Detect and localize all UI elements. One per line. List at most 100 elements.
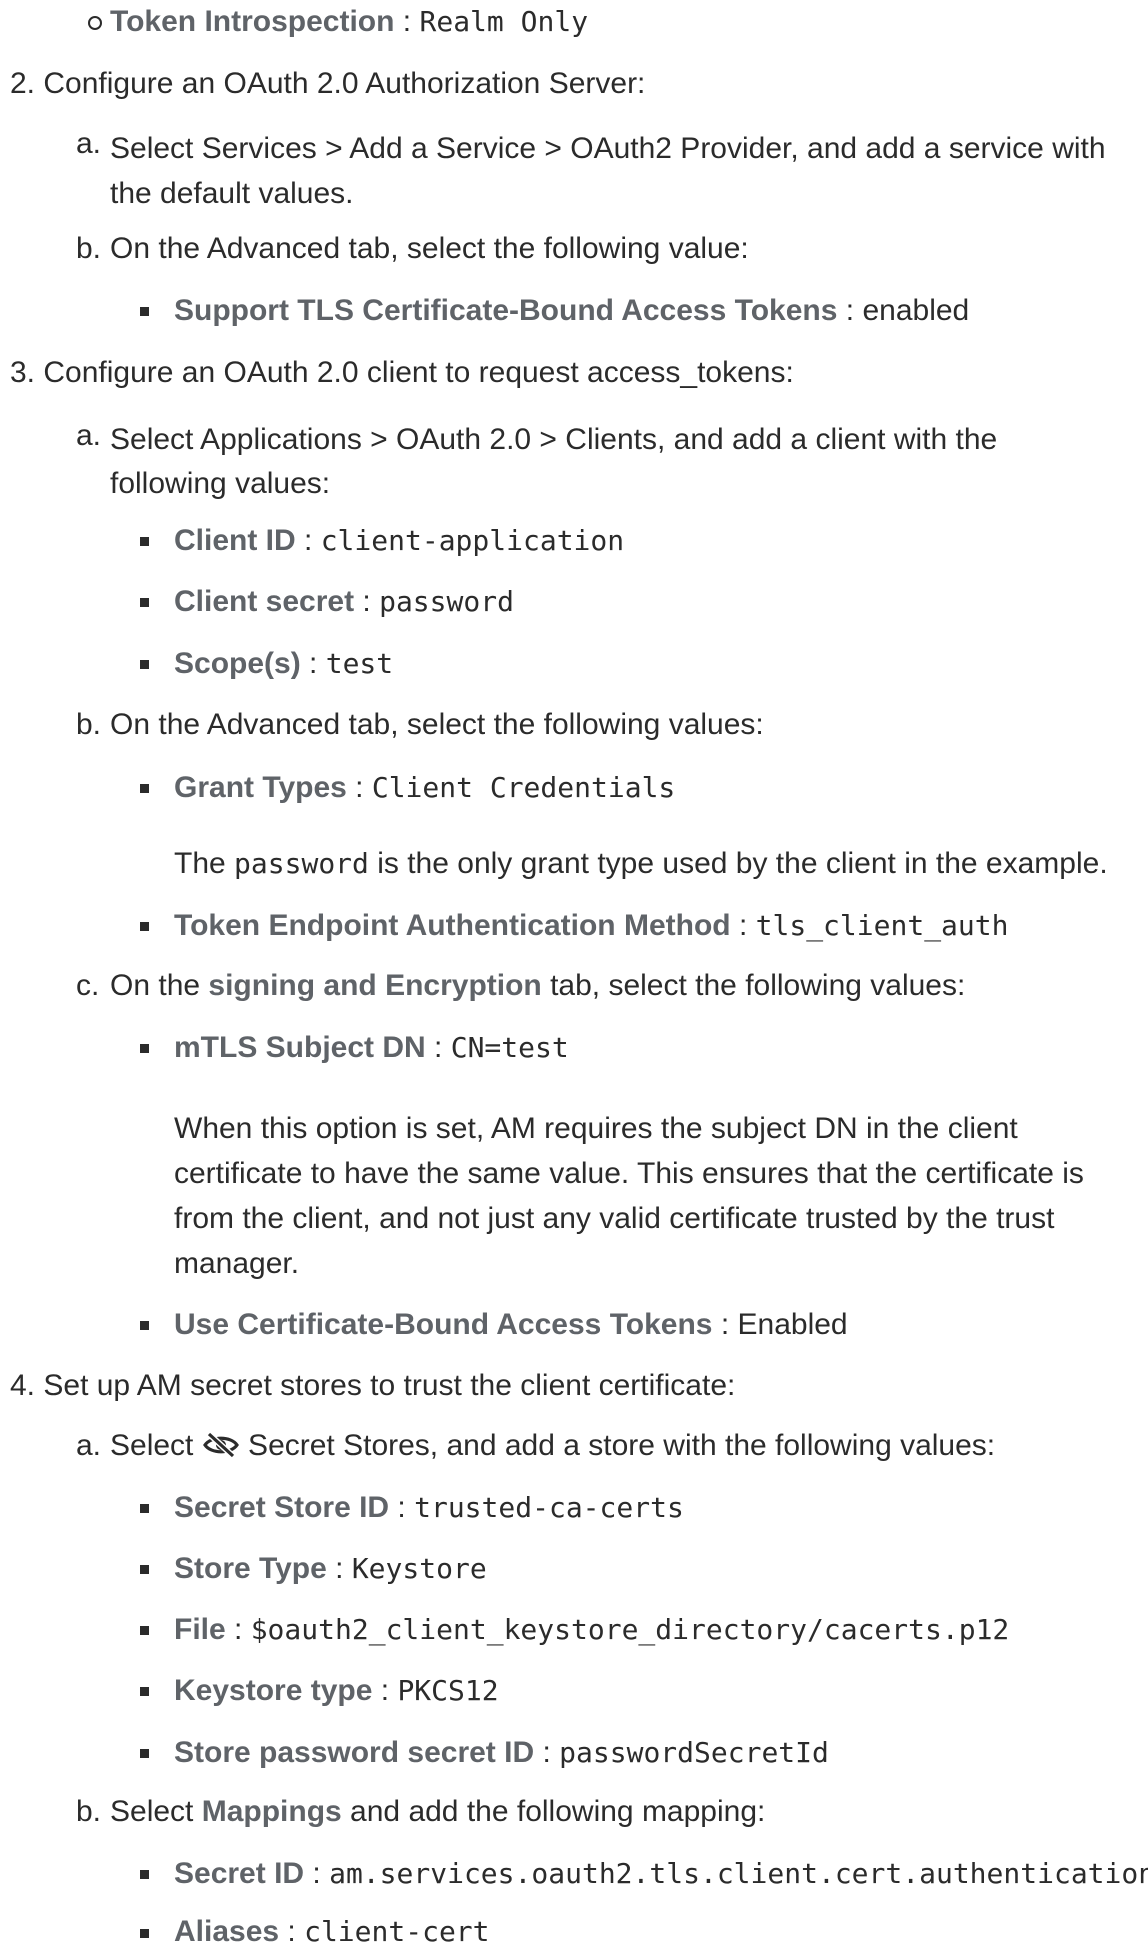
square-bullet	[140, 784, 149, 793]
item-value: am.services.oauth2.tls.client.cert.authe…	[329, 1857, 1148, 1890]
substep-text-part: Secret Stores, and add a store with the …	[239, 1429, 996, 1462]
item-label: Secret ID	[174, 1857, 305, 1890]
item-separator: :	[300, 647, 326, 680]
substep-letter: b.	[76, 708, 102, 741]
item-value: Enabled	[737, 1308, 848, 1341]
substep-text: On the Advanced tab, select the followin…	[110, 232, 749, 265]
substep-text: On the signing and Encryption tab, selec…	[110, 968, 965, 1003]
step-3: 3. Configure an OAuth 2.0 client to requ…	[10, 355, 794, 390]
item-separator: :	[534, 1736, 560, 1769]
list-item: Token Endpoint Authentication Method : t…	[174, 908, 1009, 943]
item-value: enabled	[862, 294, 970, 327]
item-value: $oauth2_client_keystore_directory/cacert…	[250, 1613, 1010, 1646]
square-bullet	[140, 1687, 149, 1696]
note-paragraph: When this option is set, AM requires the…	[174, 1112, 1084, 1280]
item-separator: :	[326, 1552, 352, 1585]
item-separator: :	[712, 1308, 738, 1341]
item-label: Keystore type	[174, 1674, 373, 1707]
item-separator: :	[389, 1491, 415, 1524]
item-separator: :	[394, 5, 420, 38]
step-text: Set up AM secret stores to trust the cli…	[43, 1369, 736, 1402]
item-separator: :	[425, 1031, 451, 1064]
item-separator: :	[730, 909, 756, 942]
tab-name: signing and Encryption	[208, 969, 542, 1002]
note-text: is the only grant type used by the clien…	[368, 847, 1108, 880]
item-value: CN=test	[450, 1031, 569, 1064]
list-item: Store Type : Keystore	[174, 1551, 487, 1586]
square-bullet	[140, 1929, 149, 1938]
square-bullet	[140, 1749, 149, 1758]
substep-text-part: Select	[110, 1795, 202, 1828]
item-value: test	[325, 647, 394, 680]
square-bullet	[140, 598, 149, 607]
item-separator: :	[372, 1674, 398, 1707]
mappings-label: Mappings	[201, 1795, 342, 1828]
item-value: Keystore	[351, 1552, 487, 1585]
item-label: mTLS Subject DN	[174, 1031, 426, 1064]
step-number: 3.	[10, 356, 36, 389]
square-bullet	[140, 1321, 149, 1330]
list-item: Use Certificate-Bound Access Tokens : En…	[174, 1307, 848, 1342]
substep-text: Select Applications > OAuth 2.0 > Client…	[110, 423, 998, 500]
substep-text: Select Mappings and add the following ma…	[110, 1794, 765, 1829]
list-item: mTLS Subject DN : CN=test	[174, 1030, 569, 1065]
square-bullet	[140, 1626, 149, 1635]
item-label: Client secret	[174, 585, 355, 618]
step-number: 2.	[10, 67, 36, 100]
substep-text: On the Advanced tab, select the followin…	[110, 708, 764, 741]
item-value: password	[379, 585, 514, 618]
substep-text-part: and add the following mapping:	[341, 1795, 766, 1828]
list-item: Secret ID : am.services.oauth2.tls.clien…	[174, 1856, 1148, 1891]
step-number: 4.	[10, 1369, 36, 1402]
item-label: Client ID	[174, 524, 296, 557]
square-bullet	[140, 1504, 149, 1513]
square-bullet	[140, 307, 149, 316]
square-bullet	[140, 537, 149, 546]
substep-letter: a.	[76, 1429, 102, 1462]
list-item: Store password secret ID : passwordSecre…	[174, 1735, 829, 1770]
item-label: Aliases	[174, 1915, 280, 1948]
list-item: Grant Types : Client Credentials	[174, 770, 675, 805]
item-label: Use Certificate-Bound Access Tokens	[174, 1308, 713, 1341]
list-item: Scope(s) : test	[174, 646, 393, 681]
circle-bullet	[88, 16, 102, 30]
substep-letter: a.	[76, 127, 102, 160]
note-code: password	[234, 847, 369, 880]
substep-text: Select Services > Add a Service > OAuth2…	[110, 132, 1106, 210]
list-item: Client ID : client-application	[174, 523, 624, 558]
list-item: Client secret : password	[174, 584, 514, 619]
substep-text: Select Secret Stores, and add a store wi…	[110, 1428, 995, 1463]
square-bullet	[140, 1870, 149, 1879]
item-separator: :	[279, 1915, 305, 1948]
item-value: passwordSecretId	[559, 1736, 829, 1769]
item-value: tls_client_auth	[755, 909, 1009, 942]
step-2: 2. Configure an OAuth 2.0 Authorization …	[10, 66, 645, 101]
item-value: Client Credentials	[371, 771, 676, 804]
item-label: Support TLS Certificate-Bound Access Tok…	[174, 294, 838, 327]
substep-letter: a.	[76, 419, 102, 452]
step-text: Configure an OAuth 2.0 client to request…	[43, 356, 794, 389]
square-bullet	[140, 660, 149, 669]
substep-text-part: Select	[110, 1429, 202, 1462]
list-item: Secret Store ID : trusted-ca-certs	[174, 1490, 684, 1525]
item-value: client-application	[320, 524, 625, 557]
list-item: Aliases : client-cert	[174, 1914, 490, 1949]
eye-slash-icon	[202, 1431, 239, 1459]
step-text: Configure an OAuth 2.0 Authorization Ser…	[43, 67, 646, 100]
item-separator: :	[354, 585, 380, 618]
substep-text-part: On the	[110, 969, 209, 1002]
list-item: Token Introspection : Realm Only	[110, 4, 588, 39]
item-value: Realm Only	[419, 5, 589, 38]
item-label: File	[174, 1613, 226, 1646]
square-bullet	[140, 922, 149, 931]
substep-letter: b.	[76, 1795, 102, 1828]
item-label: Token Endpoint Authentication Method	[174, 909, 731, 942]
item-separator: :	[225, 1613, 251, 1646]
item-value: PKCS12	[397, 1674, 499, 1707]
item-label: Grant Types	[174, 771, 347, 804]
item-separator: :	[837, 294, 863, 327]
item-value: trusted-ca-certs	[414, 1491, 684, 1524]
item-value: client-cert	[304, 1915, 490, 1948]
square-bullet	[140, 1565, 149, 1574]
item-label: Store Type	[174, 1552, 327, 1585]
